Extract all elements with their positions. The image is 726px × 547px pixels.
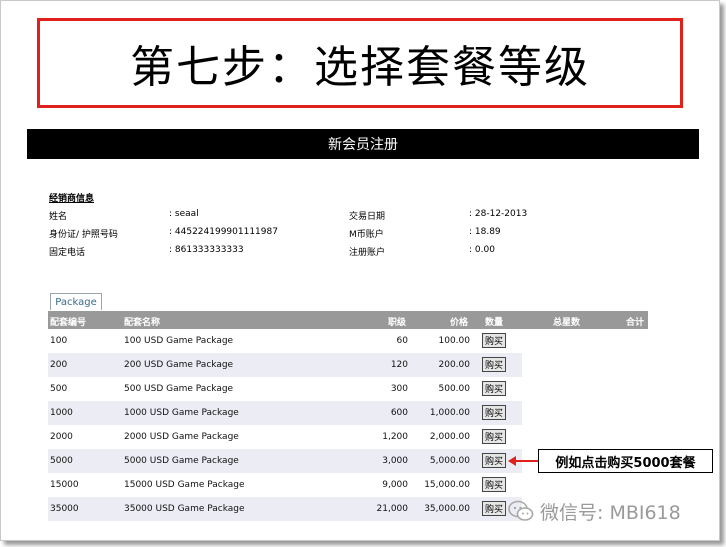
row-price: 5,000.00 (429, 456, 470, 466)
row-rank: 60 (396, 336, 408, 346)
table-row: 2000 2000 USD Game Package 1,200 2,000.0… (48, 425, 522, 449)
dealer-info-title: 经销商信息 (49, 194, 95, 204)
info-phone-label: 固定电话 (49, 248, 86, 258)
header-total: 合计 (626, 318, 645, 328)
row-price: 100.00 (438, 336, 471, 346)
row-name: 500 USD Game Package (124, 384, 234, 394)
row-name: 15000 USD Game Package (124, 480, 245, 490)
info-reg-account-value: : 0.00 (469, 245, 495, 255)
info-id-label: 身份证/ 护照号码 (49, 230, 118, 240)
header-quantity: 数量 (485, 318, 504, 328)
header-total-stars: 总星数 (553, 318, 581, 328)
row-price: 500.00 (438, 384, 471, 394)
row-code: 500 (50, 384, 68, 394)
info-id-value: : 445224199901111987 (169, 227, 278, 237)
row-code: 15000 (50, 480, 79, 490)
row-price: 15,000.00 (424, 480, 470, 490)
row-name: 100 USD Game Package (124, 336, 234, 346)
info-name-label: 姓名 (49, 212, 68, 222)
buy-button[interactable]: 购买 (482, 381, 506, 396)
step-title: 第七步：选择套餐等级 (130, 42, 590, 93)
header-rank: 职级 (388, 318, 407, 328)
header-price: 价格 (450, 318, 469, 328)
registration-header-bar: 新会员注册 (27, 129, 699, 159)
table-row: 35000 35000 USD Game Package 21,000 35,0… (48, 497, 522, 521)
buy-button[interactable]: 购买 (482, 501, 506, 516)
row-rank: 600 (390, 408, 408, 418)
tab-package[interactable]: Package (50, 293, 102, 310)
row-name: 1000 USD Game Package (124, 408, 239, 418)
wechat-watermark: 微信号: MBI618 (508, 498, 718, 524)
row-rank: 9,000 (382, 480, 408, 490)
header-name: 配套名称 (124, 318, 161, 328)
row-price: 1,000.00 (429, 408, 470, 418)
info-name-value: : seaal (169, 209, 199, 219)
registration-title: 新会员注册 (328, 137, 398, 153)
info-reg-account-label: 注册账户 (349, 248, 386, 258)
buy-button-5000[interactable]: 购买 (482, 453, 506, 468)
info-date-value: : 28-12-2013 (469, 209, 528, 219)
package-table-body: 100 100 USD Game Package 60 100.00 购买 20… (48, 329, 522, 521)
info-phone-value: : 861333333333 (169, 245, 244, 255)
table-row: 500 500 USD Game Package 300 500.00 购买 (48, 377, 522, 401)
row-name: 5000 USD Game Package (124, 456, 239, 466)
row-rank: 120 (390, 360, 408, 370)
row-name: 35000 USD Game Package (124, 504, 245, 514)
buy-button[interactable]: 购买 (482, 333, 506, 348)
row-rank: 3,000 (382, 456, 408, 466)
step-title-box: 第七步：选择套餐等级 (37, 18, 683, 108)
table-row: 100 100 USD Game Package 60 100.00 购买 (48, 329, 522, 353)
buy-button[interactable]: 购买 (482, 357, 506, 372)
row-code: 2000 (50, 432, 73, 442)
row-code: 200 (50, 360, 68, 370)
row-price: 35,000.00 (424, 504, 470, 514)
row-code: 5000 (50, 456, 73, 466)
row-code: 35000 (50, 504, 79, 514)
row-code: 100 (50, 336, 68, 346)
row-rank: 1,200 (382, 432, 408, 442)
table-row: 200 200 USD Game Package 120 200.00 购买 (48, 353, 522, 377)
row-rank: 21,000 (376, 504, 409, 514)
buy-button[interactable]: 购买 (482, 477, 506, 492)
info-date-label: 交易日期 (349, 212, 386, 222)
row-rank: 300 (390, 384, 408, 394)
callout-arrow-icon (508, 456, 516, 466)
row-name: 200 USD Game Package (124, 360, 234, 370)
slide: 第七步：选择套餐等级 新会员注册 经销商信息 姓名 : seaal 身份证/ 护… (0, 0, 720, 541)
header-code: 配套编号 (50, 318, 87, 328)
row-name: 2000 USD Game Package (124, 432, 239, 442)
callout-note: 例如点击购买5000套餐 (538, 449, 713, 473)
buy-button[interactable]: 购买 (482, 429, 506, 444)
watermark-text: 微信号: MBI618 (540, 501, 681, 524)
row-code: 1000 (50, 408, 73, 418)
table-row: 1000 1000 USD Game Package 600 1,000.00 … (48, 401, 522, 425)
table-row: 5000 5000 USD Game Package 3,000 5,000.0… (48, 449, 522, 473)
row-price: 200.00 (438, 360, 471, 370)
package-table-header: 配套编号 配套名称 职级 价格 数量 总星数 合计 (48, 311, 648, 329)
buy-button[interactable]: 购买 (482, 405, 506, 420)
info-mcoin-value: : 18.89 (469, 227, 501, 237)
wechat-icon (508, 500, 534, 522)
row-price: 2,000.00 (429, 432, 470, 442)
table-row: 15000 15000 USD Game Package 9,000 15,00… (48, 473, 522, 497)
info-mcoin-label: M币账户 (349, 230, 384, 240)
